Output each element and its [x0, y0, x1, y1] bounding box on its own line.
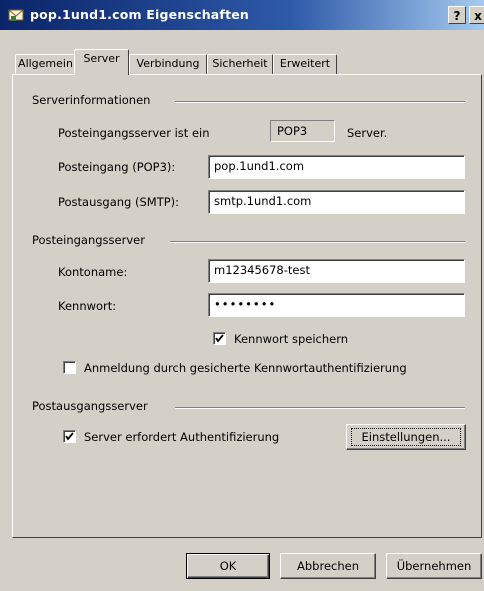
tab-sicherheit[interactable]: Sicherheit: [207, 54, 273, 74]
tab-verbindung[interactable]: Verbindung: [129, 54, 207, 74]
tab-strip: Allgemein Server Verbindung Sicherheit E…: [0, 48, 484, 75]
title-bar[interactable]: pop.1und1.com Eigenschaften ? x: [0, 0, 484, 30]
tab-erweitert[interactable]: Erweitert: [273, 54, 337, 74]
tab-server[interactable]: Server: [74, 49, 129, 75]
tab-allgemein[interactable]: Allgemein: [15, 54, 76, 74]
server-tab-panel: [12, 74, 482, 538]
mail-envelope-icon: [8, 9, 24, 21]
help-button[interactable]: ?: [448, 6, 466, 24]
ok-button[interactable]: OK: [186, 553, 270, 579]
apply-button[interactable]: Übernehmen: [386, 553, 482, 579]
cancel-button[interactable]: Abbrechen: [280, 553, 376, 579]
window-title: pop.1und1.com Eigenschaften: [30, 7, 250, 22]
close-button[interactable]: x: [469, 6, 484, 24]
